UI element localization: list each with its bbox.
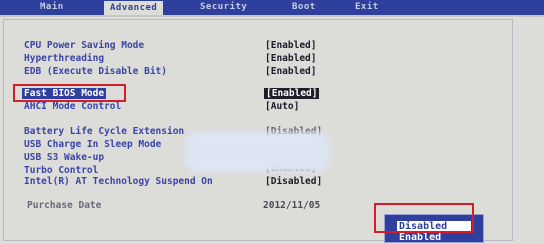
highlight-box-popup bbox=[374, 203, 474, 233]
setting-value-intel-at-suspend[interactable]: [Disabled] bbox=[265, 176, 322, 187]
setting-label-edb[interactable]: EDB (Execute Disable Bit) bbox=[24, 66, 167, 77]
setting-value-ahci-mode[interactable]: [Auto] bbox=[265, 101, 299, 112]
menu-divider bbox=[0, 15, 544, 17]
purchase-date-label: Purchase Date bbox=[27, 200, 102, 211]
tab-boot[interactable]: Boot bbox=[292, 2, 316, 12]
setting-value-fast-bios-mode[interactable]: [Enabled] bbox=[264, 88, 320, 99]
highlight-box-fast-bios bbox=[13, 84, 126, 102]
setting-label-hyperthreading[interactable]: Hyperthreading bbox=[24, 53, 104, 64]
setting-value-edb[interactable]: [Enabled] bbox=[265, 66, 316, 77]
setting-label-turbo-control[interactable]: Turbo Control bbox=[24, 165, 98, 176]
setting-label-usb-s3-wakeup[interactable]: USB S3 Wake-up bbox=[24, 152, 104, 163]
setting-label-usb-charge-sleep[interactable]: USB Charge In Sleep Mode bbox=[24, 139, 161, 150]
setting-label-battery-life[interactable]: Battery Life Cycle Extension bbox=[24, 126, 184, 137]
tab-security[interactable]: Security bbox=[200, 2, 247, 12]
menu-bar: Main Advanced Security Boot Exit bbox=[0, 0, 544, 15]
purchase-date-value: 2012/11/05 bbox=[263, 200, 321, 211]
tab-main[interactable]: Main bbox=[40, 2, 64, 12]
popup-option-enabled[interactable]: Enabled bbox=[399, 232, 469, 244]
setting-value-cpu-power-saving[interactable]: [Enabled] bbox=[265, 40, 316, 51]
setting-label-ahci-mode[interactable]: AHCI Mode Control bbox=[24, 101, 121, 112]
setting-value-hyperthreading[interactable]: [Enabled] bbox=[265, 53, 316, 64]
setting-label-cpu-power-saving[interactable]: CPU Power Saving Mode bbox=[24, 40, 144, 51]
privacy-blur bbox=[185, 132, 330, 172]
tab-exit[interactable]: Exit bbox=[355, 2, 379, 12]
tab-advanced[interactable]: Advanced bbox=[104, 1, 164, 15]
setting-label-intel-at-suspend[interactable]: Intel(R) AT Technology Suspend On bbox=[24, 176, 213, 187]
